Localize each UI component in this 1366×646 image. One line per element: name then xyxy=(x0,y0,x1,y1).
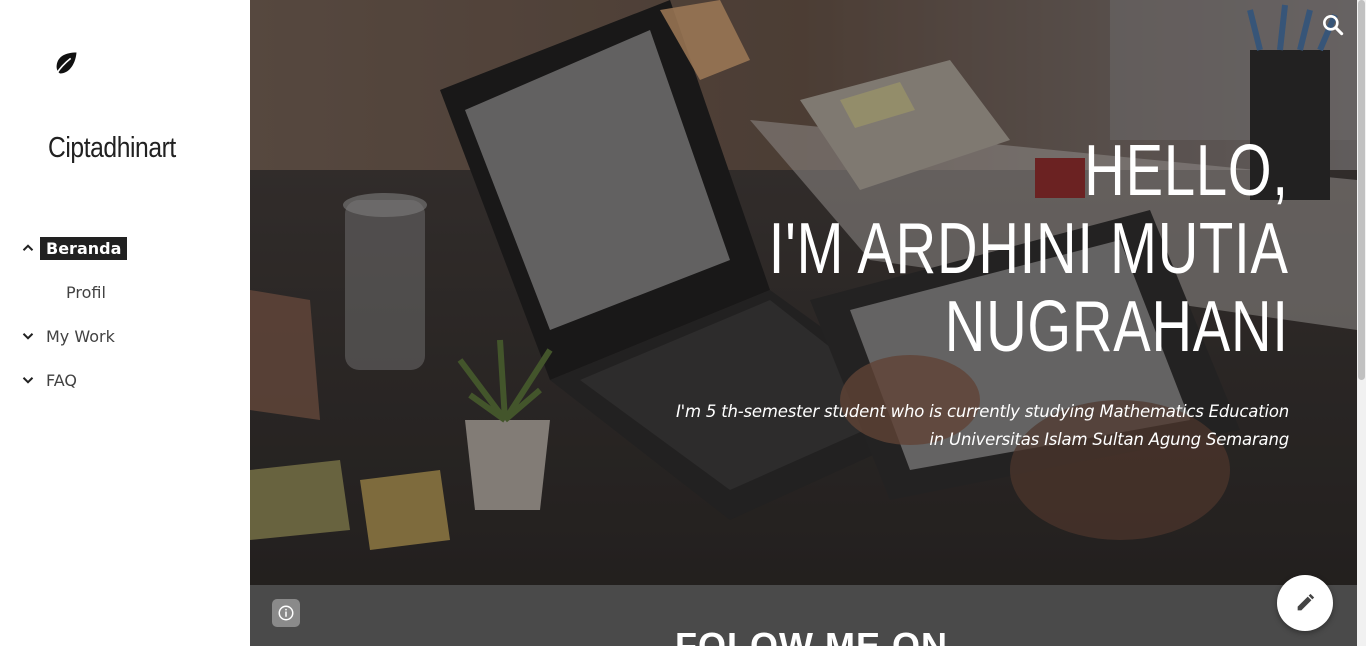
hero-heading-line: HELLO, xyxy=(1084,131,1289,211)
follow-section: FOLOW ME ON xyxy=(250,585,1357,646)
chevron-down-icon[interactable] xyxy=(19,371,37,389)
sidebar-item-my-work[interactable]: My Work xyxy=(0,314,250,358)
hero-subtitle-line: I'm 5 th-semester student who is current… xyxy=(675,402,1289,421)
chevron-up-icon[interactable] xyxy=(19,239,37,257)
sidebar-nav: Beranda Profil My Work FAQ xyxy=(0,226,250,402)
hero-heading-line: NUGRAHANI xyxy=(944,287,1289,367)
edit-button[interactable] xyxy=(1277,575,1333,631)
hero-subtitle: I'm 5 th-semester student who is current… xyxy=(676,398,1289,454)
sidebar-item-beranda[interactable]: Beranda xyxy=(0,226,250,270)
sidebar-item-label[interactable]: Profil xyxy=(66,283,106,302)
info-icon xyxy=(278,605,294,621)
info-button[interactable] xyxy=(272,599,300,627)
pencil-icon xyxy=(1297,593,1315,611)
scrollbar-thumb[interactable] xyxy=(1358,0,1365,380)
chevron-down-icon[interactable] xyxy=(19,327,37,345)
sidebar-item-faq[interactable]: FAQ xyxy=(0,358,250,402)
sidebar-item-label[interactable]: My Work xyxy=(46,327,115,346)
sidebar: Ciptadhinart Beranda Profil My Work FAQ xyxy=(0,0,250,646)
scrollbar[interactable] xyxy=(1357,0,1366,646)
hero-banner: HELLO, I'M ARDHINI MUTIA NUGRAHANI I'm 5… xyxy=(250,0,1357,585)
sidebar-item-label[interactable]: Beranda xyxy=(40,236,128,260)
search-icon[interactable] xyxy=(1320,12,1346,38)
hero-heading: HELLO, I'M ARDHINI MUTIA NUGRAHANI xyxy=(622,132,1289,366)
hero-subtitle-line: in Universitas Islam Sultan Agung Semara… xyxy=(929,430,1289,449)
leaf-icon[interactable] xyxy=(52,49,80,77)
site-title[interactable]: Ciptadhinart xyxy=(48,132,176,165)
section-title: FOLOW ME ON xyxy=(675,625,948,646)
hero-heading-line: I'M ARDHINI MUTIA xyxy=(768,209,1289,289)
sidebar-item-label[interactable]: FAQ xyxy=(46,371,77,390)
sidebar-item-profil[interactable]: Profil xyxy=(0,270,250,314)
